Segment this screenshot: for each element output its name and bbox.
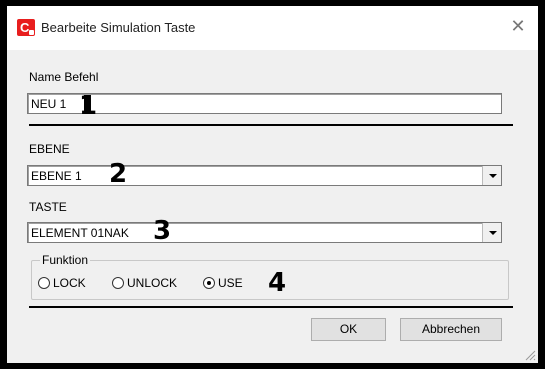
separator-bottom bbox=[29, 306, 513, 308]
app-logo-icon: C bbox=[17, 19, 35, 36]
ok-button[interactable]: OK bbox=[311, 318, 386, 341]
radio-unlock-circle[interactable] bbox=[112, 277, 124, 289]
radio-selected-dot bbox=[207, 281, 211, 285]
resize-grip-icon[interactable] bbox=[524, 349, 536, 361]
radio-unlock-label: UNLOCK bbox=[127, 276, 178, 290]
separator-top bbox=[29, 124, 513, 126]
taste-dropdown[interactable]: ELEMENT 01NAK bbox=[27, 222, 502, 243]
radio-use-label: USE bbox=[218, 276, 243, 290]
name-input-value: NEU 1 bbox=[31, 97, 67, 111]
marker-1: 1 bbox=[79, 91, 98, 121]
chevron-down-icon[interactable] bbox=[482, 223, 501, 242]
taste-label: TASTE bbox=[29, 200, 67, 214]
ebene-dropdown[interactable]: EBENE 1 bbox=[27, 165, 502, 186]
radio-use-circle[interactable] bbox=[203, 277, 215, 289]
title-bar: C Bearbeite Simulation Taste ✕ bbox=[7, 6, 538, 50]
radio-lock-label: LOCK bbox=[53, 276, 86, 290]
radio-lock-circle[interactable] bbox=[38, 277, 50, 289]
name-input[interactable]: NEU 1 bbox=[27, 93, 502, 114]
marker-2: 2 bbox=[109, 159, 128, 189]
taste-dropdown-value: ELEMENT 01NAK bbox=[31, 226, 129, 240]
close-icon[interactable]: ✕ bbox=[506, 14, 530, 38]
funktion-group: Funktion LOCK UNLOCK USE 4 bbox=[31, 253, 509, 300]
marker-4: 4 bbox=[268, 268, 287, 298]
funktion-label: Funktion bbox=[40, 253, 91, 267]
dialog-window: C Bearbeite Simulation Taste ✕ Name Befe… bbox=[7, 6, 538, 363]
window-title: Bearbeite Simulation Taste bbox=[41, 20, 196, 35]
ebene-dropdown-value: EBENE 1 bbox=[31, 169, 82, 183]
ebene-label: EBENE bbox=[29, 142, 70, 156]
marker-3: 3 bbox=[153, 216, 172, 246]
chevron-down-icon[interactable] bbox=[482, 166, 501, 185]
cancel-button[interactable]: Abbrechen bbox=[400, 318, 502, 341]
name-label: Name Befehl bbox=[29, 70, 99, 84]
